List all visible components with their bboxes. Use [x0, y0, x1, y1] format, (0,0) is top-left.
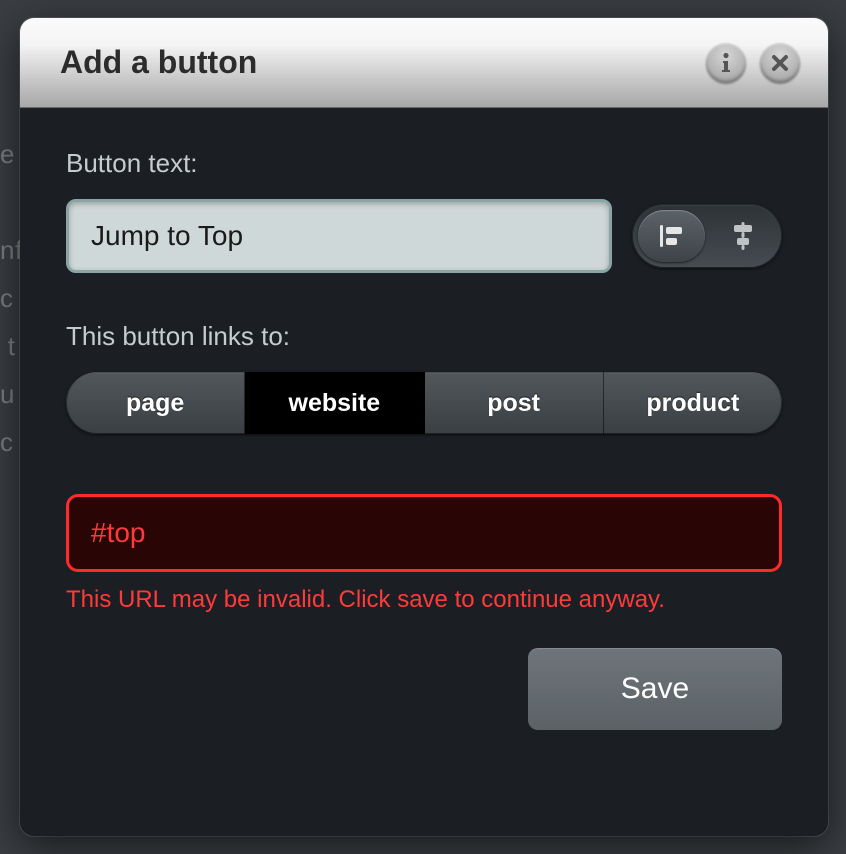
- titlebar-actions: [706, 43, 800, 83]
- link-target-page[interactable]: page: [66, 372, 245, 434]
- info-button[interactable]: [706, 43, 746, 83]
- button-text-label: Button text:: [66, 148, 782, 179]
- link-target-segmented: page website post product: [66, 372, 782, 434]
- url-input[interactable]: [66, 494, 782, 572]
- align-center-icon: [730, 222, 756, 250]
- link-target-website[interactable]: website: [245, 372, 424, 434]
- alignment-toggle: [632, 204, 782, 268]
- dialog-titlebar: Add a button: [20, 18, 828, 108]
- info-icon: [717, 52, 735, 74]
- close-button[interactable]: [760, 43, 800, 83]
- button-text-row: [66, 199, 782, 273]
- close-icon: [771, 54, 789, 72]
- dialog-footer: Save: [66, 648, 782, 730]
- align-left-option[interactable]: [638, 210, 705, 262]
- align-left-icon: [658, 223, 686, 249]
- button-text-input[interactable]: [66, 199, 612, 273]
- link-target-post[interactable]: post: [425, 372, 604, 434]
- dialog-title: Add a button: [60, 44, 706, 81]
- links-to-label: This button links to:: [66, 321, 782, 352]
- url-error-message: This URL may be invalid. Click save to c…: [66, 586, 782, 614]
- add-button-dialog: Add a button Button text:: [20, 18, 828, 836]
- dialog-body: Button text:: [20, 108, 828, 730]
- link-target-product[interactable]: product: [604, 372, 782, 434]
- align-center-option[interactable]: [709, 210, 776, 262]
- save-button[interactable]: Save: [528, 648, 782, 730]
